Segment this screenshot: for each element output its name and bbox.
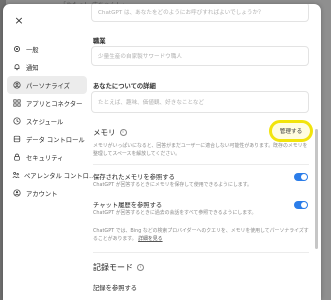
lock-icon — [12, 152, 22, 162]
bell-icon — [12, 62, 22, 72]
nav-item-label: アカウント — [26, 190, 58, 198]
apps-icon — [12, 98, 22, 108]
manage-memory-button[interactable]: 管理する — [269, 120, 313, 142]
nav-item-personalize[interactable]: パーソナライズ — [7, 76, 87, 94]
about-input[interactable]: たとえば、趣味、価値観、好きなことなど — [91, 91, 309, 113]
nav-item-account[interactable]: アカウント — [7, 184, 87, 202]
nav-item-data-controls[interactable]: データ コントロール — [7, 130, 87, 148]
memory-description: メモリがいっぱいになると、回答がまだユーザーに適合しない可能性があります。既存の… — [93, 143, 308, 157]
nav-item-notifications[interactable]: 通知 — [7, 58, 87, 76]
family-icon — [12, 170, 20, 180]
chat-history-desc: ChatGPT が回答するときに過去の会話をすべて参照できるようにします。 — [93, 210, 257, 216]
memory-title: メモリ — [93, 128, 116, 137]
account-icon — [12, 188, 22, 198]
settings-nav: 一般 通知 パーソナライズ アプリとコネクター スケジュール データ コントロー… — [7, 40, 95, 202]
record-mode-title: 記録モード — [93, 263, 133, 272]
memory-heading: メモリ i — [93, 127, 127, 138]
close-button[interactable]: × — [13, 15, 25, 27]
occupation-input[interactable]: 少量生産の自家製サワードウ職人 — [91, 46, 309, 66]
footnote-text: ChatGPT では、Bing などの検索プロバイダーへのクエリを、メモリを使用… — [93, 228, 309, 242]
nav-item-parental-controls[interactable]: ペアレンタル コントロ… — [7, 166, 95, 184]
gear-icon — [12, 44, 22, 54]
divider — [93, 164, 309, 165]
scrollbar[interactable] — [315, 129, 318, 249]
nav-item-general[interactable]: 一般 — [7, 40, 87, 58]
nav-item-label: パーソナライズ — [26, 82, 70, 90]
nav-item-label: 一般 — [26, 46, 39, 54]
nickname-input[interactable]: ChatGPT は、あなたをどのようにお呼びすればよいでしょうか？ — [91, 4, 309, 22]
nav-item-label: データ コントロール — [26, 136, 85, 144]
saved-memory-title: 保存されたメモリを参照する — [93, 174, 175, 181]
nav-item-label: スケジュール — [26, 118, 64, 126]
record-reference-title: 記録を参照する — [93, 285, 138, 292]
settings-dialog: × 一般 通知 パーソナライズ アプリとコネクター スケジュール データ コント… — [3, 4, 321, 300]
person-circle-icon — [12, 80, 22, 90]
personalize-panel: ChatGPT は、あなたをどのようにお呼びすればよいでしょうか？ 職業 少量生… — [91, 4, 313, 300]
info-icon[interactable]: i — [137, 264, 144, 271]
saved-memory-desc: ChatGPT が回答するときにメモリを保存して使用できるようにします。 — [93, 182, 252, 188]
database-icon — [12, 134, 22, 144]
clock-icon — [12, 116, 22, 126]
occupation-label: 職業 — [93, 38, 106, 45]
chat-history-toggle[interactable] — [294, 201, 308, 209]
about-label: あなたについての詳細 — [93, 83, 156, 90]
learn-more-link[interactable]: 詳細を見る — [138, 236, 162, 242]
nav-item-label: ペアレンタル コントロ… — [24, 172, 96, 180]
nav-item-apps[interactable]: アプリとコネクター — [7, 94, 87, 112]
nav-item-label: アプリとコネクター — [26, 100, 83, 108]
saved-memory-toggle[interactable] — [294, 173, 308, 181]
memory-footnote: ChatGPT では、Bing などの検索プロバイダーへのクエリを、メモリを使用… — [93, 228, 309, 243]
nav-item-label: セキュリティ — [26, 154, 64, 162]
nav-item-schedule[interactable]: スケジュール — [7, 112, 87, 130]
info-icon[interactable]: i — [119, 129, 127, 136]
nav-item-security[interactable]: セキュリティ — [7, 148, 87, 166]
chat-history-title: チャット履歴を参照する — [93, 202, 163, 209]
record-mode-heading: 記録モード i — [93, 262, 144, 273]
divider — [93, 252, 309, 253]
nav-item-label: 通知 — [26, 64, 39, 72]
